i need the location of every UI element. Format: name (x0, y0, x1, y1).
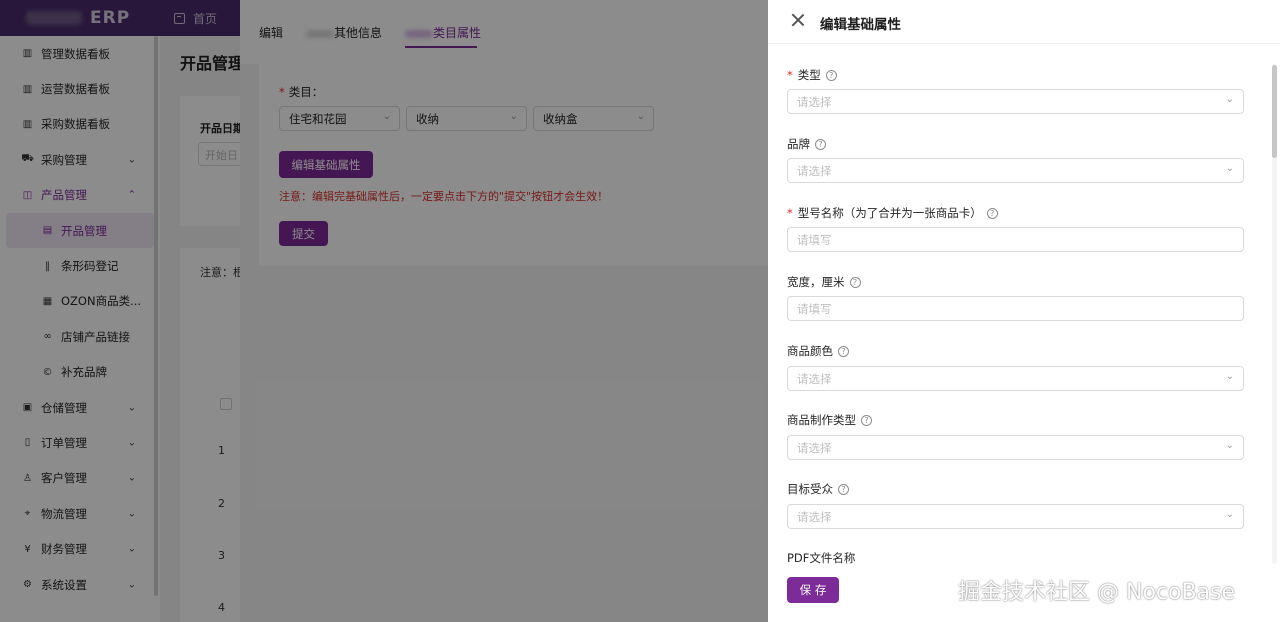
required-mark: * (787, 206, 793, 220)
help-icon[interactable]: ? (825, 69, 837, 81)
audience-select[interactable]: 请选择 ⌄ (787, 504, 1244, 529)
field-label-text: 商品颜色 (787, 344, 833, 358)
drawer-scrollbar-thumb[interactable] (1272, 65, 1277, 158)
field-label-text: 目标受众 (787, 482, 833, 496)
width-input[interactable]: 请填写 (787, 296, 1244, 321)
field-label-type: * 类型 ? (787, 67, 837, 83)
input-placeholder: 请填写 (797, 233, 832, 247)
chevron-down-icon: ⌄ (1225, 371, 1234, 382)
close-icon[interactable] (791, 13, 805, 27)
field-label-color: 商品颜色 ? (787, 343, 849, 359)
field-label-text: 型号名称（为了合并为一张商品卡） (797, 206, 982, 220)
select-placeholder: 请选择 (797, 95, 832, 109)
brand-select[interactable]: 请选择 ⌄ (787, 158, 1244, 183)
model-name-input[interactable]: 请填写 (787, 227, 1244, 252)
field-label-pdf-name: PDF文件名称 (787, 550, 855, 566)
watermark: 掘金技术社区 @ NocoBase (958, 580, 1236, 605)
field-label-width: 宽度，厘米 ? (787, 274, 861, 290)
select-placeholder: 请选择 (797, 510, 832, 524)
field-label-brand: 品牌 ? (787, 136, 826, 152)
type-select[interactable]: 请选择 ⌄ (787, 89, 1244, 114)
field-label-model-name: * 型号名称（为了合并为一张商品卡） ? (787, 205, 998, 221)
drawer-header: 编辑基础属性 (768, 0, 1280, 44)
help-icon[interactable]: ? (849, 276, 861, 288)
help-icon[interactable]: ? (861, 414, 872, 426)
field-label-production-type: 商品制作类型 ? (787, 412, 872, 428)
help-icon[interactable]: ? (815, 138, 826, 150)
production-type-select[interactable]: 请选择 ⌄ (787, 435, 1244, 460)
help-icon[interactable]: ? (986, 207, 998, 219)
chevron-down-icon: ⌄ (1225, 163, 1234, 174)
select-placeholder: 请选择 (797, 164, 832, 178)
modal-mask[interactable] (0, 0, 768, 622)
field-label-text: 品牌 (787, 137, 810, 151)
help-icon[interactable]: ? (838, 345, 849, 357)
required-mark: * (787, 68, 793, 82)
field-label-audience: 目标受众 ? (787, 481, 849, 497)
select-placeholder: 请选择 (797, 372, 832, 386)
chevron-down-icon: ⌄ (1225, 440, 1234, 451)
field-label-text: PDF文件名称 (787, 551, 856, 565)
field-label-text: 类型 (797, 68, 821, 82)
help-icon[interactable]: ? (838, 483, 849, 495)
edit-attributes-drawer: 编辑基础属性 * 类型 ? 请选择 ⌄ 品牌 ? 请选择 ⌄ * 型号名称（为了… (768, 0, 1280, 622)
chevron-down-icon: ⌄ (1225, 509, 1234, 520)
save-button[interactable]: 保 存 (787, 577, 839, 603)
input-placeholder: 请填写 (797, 302, 832, 316)
field-label-text: 宽度，厘米 (787, 275, 845, 289)
field-label-text: 商品制作类型 (787, 413, 856, 427)
drawer-title: 编辑基础属性 (820, 17, 901, 33)
chevron-down-icon: ⌄ (1225, 94, 1234, 105)
select-placeholder: 请选择 (797, 441, 832, 455)
color-select[interactable]: 请选择 ⌄ (787, 366, 1244, 391)
